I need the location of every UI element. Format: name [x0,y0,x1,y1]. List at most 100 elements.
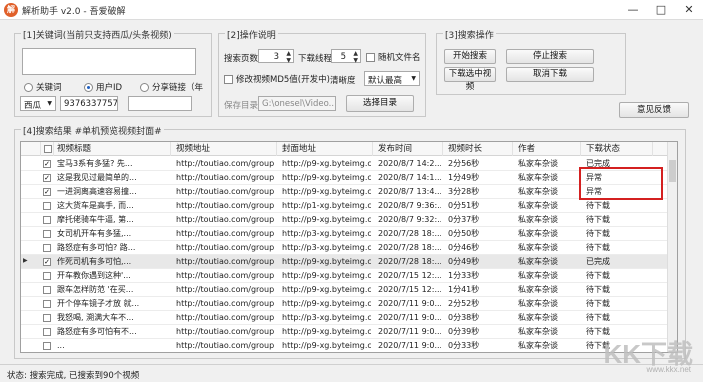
cell-duration: 0分49秒 [448,257,480,266]
select-dir-button[interactable]: 选择目录 [346,95,414,112]
cell-status: 待下载 [586,243,610,252]
cell-cover: http://p3-xg.byteimg.c... [282,243,371,252]
radio-share-link-label: 分享链接（年 [152,83,204,93]
cell-title: 一进洞离高速容易撞... [57,187,137,196]
row-checkbox[interactable] [43,314,51,322]
keywords-textarea[interactable] [22,48,196,75]
chevron-down-icon: ▼ [411,75,416,82]
radio-keyword-label: 关键词 [36,83,62,93]
row-checkbox[interactable] [43,286,51,294]
platform-select-value: 西瓜 [24,101,42,111]
header-status[interactable]: 下载状态 [583,142,653,156]
table-row[interactable]: ✓ 宝马3系有多猛? 先... http://toutiao.com/group..… [21,157,669,171]
cell-time: 2020/8/7 14:1... [378,173,441,182]
table-row[interactable]: ▶ ✓ 作死司机有多可怕,... http://toutiao.com/group..… [21,255,669,269]
row-checkbox[interactable] [43,328,51,336]
cell-duration: 0分46秒 [448,243,480,252]
stepper-arrows-icon[interactable]: ▲ ▼ [353,50,358,64]
cell-title: 路怒症有多可怕? 路... [57,243,136,252]
cell-author: 私家车杂谈 [518,313,558,322]
quality-select-value: 默认最高 [368,76,403,86]
row-checkbox[interactable] [43,300,51,308]
header-author[interactable]: 作者 [515,142,581,156]
row-pointer-icon: ▶ [23,257,28,264]
cell-cover: http://p9-xg.byteimg.c... [282,215,371,224]
cell-time: 2020/8/7 9:36:... [378,201,441,210]
user-id-input[interactable]: 93763377576 [60,96,118,111]
radio-keyword[interactable]: 关键词 [24,81,62,93]
table-row[interactable]: 路怒症有多可怕? 路... http://toutiao.com/group...… [21,241,669,255]
table-row[interactable]: 我怒喝, 溯满大车不... http://toutiao.com/group...… [21,311,669,325]
cell-title: 开个停车镜子才放 就... [57,299,140,308]
header-select-all[interactable] [41,142,54,156]
cell-duration: 0分51秒 [448,201,480,210]
stepper-arrows-icon[interactable]: ▲ ▼ [286,50,291,64]
table-row[interactable]: 这大货车是高手, 而... http://toutiao.com/group...… [21,199,669,213]
minimize-button[interactable]: — [619,0,647,20]
download-selected-button[interactable]: 下载选中视频 [444,67,496,92]
cell-author: 私家车杂谈 [518,187,558,196]
table-row[interactable]: ... http://toutiao.com/group... http://p9-… [21,339,669,352]
cell-cover: http://p9-xg.byteimg.c... [282,285,371,294]
header-title[interactable]: 视频标题 [54,142,171,156]
header-duration[interactable]: 视频时长 [445,142,513,156]
cell-cover: http://p3-xg.byteimg.c... [282,229,371,238]
window-title: 解析助手 v2.0 - 吾爱破解 [22,7,126,17]
scrollbar-thumb[interactable] [669,160,676,182]
header-time[interactable]: 发布时间 [375,142,443,156]
cell-duration: 1分41秒 [448,285,480,294]
row-checkbox[interactable] [43,244,51,252]
cell-author: 私家车杂谈 [518,257,558,266]
cell-status: 待下载 [586,201,610,210]
row-checkbox[interactable] [43,202,51,210]
table-row[interactable]: 摩托佬骑车牛逼, 第... http://toutiao.com/group...… [21,213,669,227]
platform-select[interactable]: 西瓜 ▼ [20,96,56,111]
checkbox-box [366,52,375,62]
radio-share-link[interactable]: 分享链接（年 [140,81,203,93]
extra-input[interactable] [128,96,192,111]
close-button[interactable]: ✕ [675,0,703,20]
row-checkbox[interactable]: ✓ [43,258,51,266]
table-row[interactable]: 开车教你遇到这种'... http://toutiao.com/group... h… [21,269,669,283]
feedback-button[interactable]: 意见反馈 [619,102,689,118]
maximize-button[interactable]: □ [647,0,675,20]
vertical-scrollbar[interactable] [667,142,677,352]
cell-title: 这是我见过最简单的... [57,173,137,182]
row-checkbox[interactable] [43,342,51,350]
save-dir-input[interactable]: G:\onesel\Video... [258,96,336,111]
row-checkbox[interactable]: ✓ [43,160,51,168]
threads-stepper[interactable]: 5 ▲ ▼ [331,49,361,64]
cell-cover: http://p9-xg.byteimg.c... [282,159,371,168]
radio-user-id[interactable]: 用户ID [84,81,122,93]
table-row[interactable]: 开个停车镜子才放 就... http://toutiao.com/group...… [21,297,669,311]
cancel-download-button[interactable]: 取消下载 [506,67,594,82]
table-row[interactable]: 跟车怎样防范 '在买... http://toutiao.com/group...… [21,283,669,297]
table-row[interactable]: ✓ 一进洞离高速容易撞... http://toutiao.com/group...… [21,185,669,199]
table-row[interactable]: ✓ 这是我见过最简单的... http://toutiao.com/group...… [21,171,669,185]
cell-title: 跟车怎样防范 '在买... [57,285,134,294]
random-filename-checkbox[interactable]: 随机文件名 [366,51,421,63]
row-checkbox[interactable] [43,216,51,224]
pages-stepper[interactable]: 3 ▲ ▼ [258,49,294,64]
table-row[interactable]: 路怒症有多可怕有不... http://toutiao.com/group... h… [21,325,669,339]
cell-cover: http://p9-xg.byteimg.c... [282,271,371,280]
header-cover[interactable]: 封面地址 [279,142,373,156]
cell-title: 这大货车是高手, 而... [57,201,134,210]
table-row[interactable]: 女司机开车有多猛,... http://toutiao.com/group... h… [21,227,669,241]
radio-keyword-indicator [24,82,33,92]
modify-md5-checkbox[interactable]: 修改视频MD5值(开发中) [224,73,330,85]
status-text: 状态: 搜索完成, 已搜索到90个视频 [7,371,140,381]
row-checkbox[interactable] [43,230,51,238]
cell-title: ... [57,341,65,350]
row-checkbox[interactable]: ✓ [43,174,51,182]
stop-search-button[interactable]: 停止搜索 [506,49,594,64]
cell-status: 待下载 [586,313,610,322]
cell-time: 2020/8/7 14:2... [378,159,441,168]
start-search-button[interactable]: 开始搜索 [444,49,496,64]
header-url[interactable]: 视频地址 [173,142,277,156]
row-checkbox[interactable] [43,272,51,280]
table-header: 视频标题 视频地址 封面地址 发布时间 视频时长 作者 下载状态 [21,142,677,156]
row-checkbox[interactable]: ✓ [43,188,51,196]
quality-select[interactable]: 默认最高 ▼ [364,71,420,86]
cell-duration: 1分33秒 [448,271,480,280]
